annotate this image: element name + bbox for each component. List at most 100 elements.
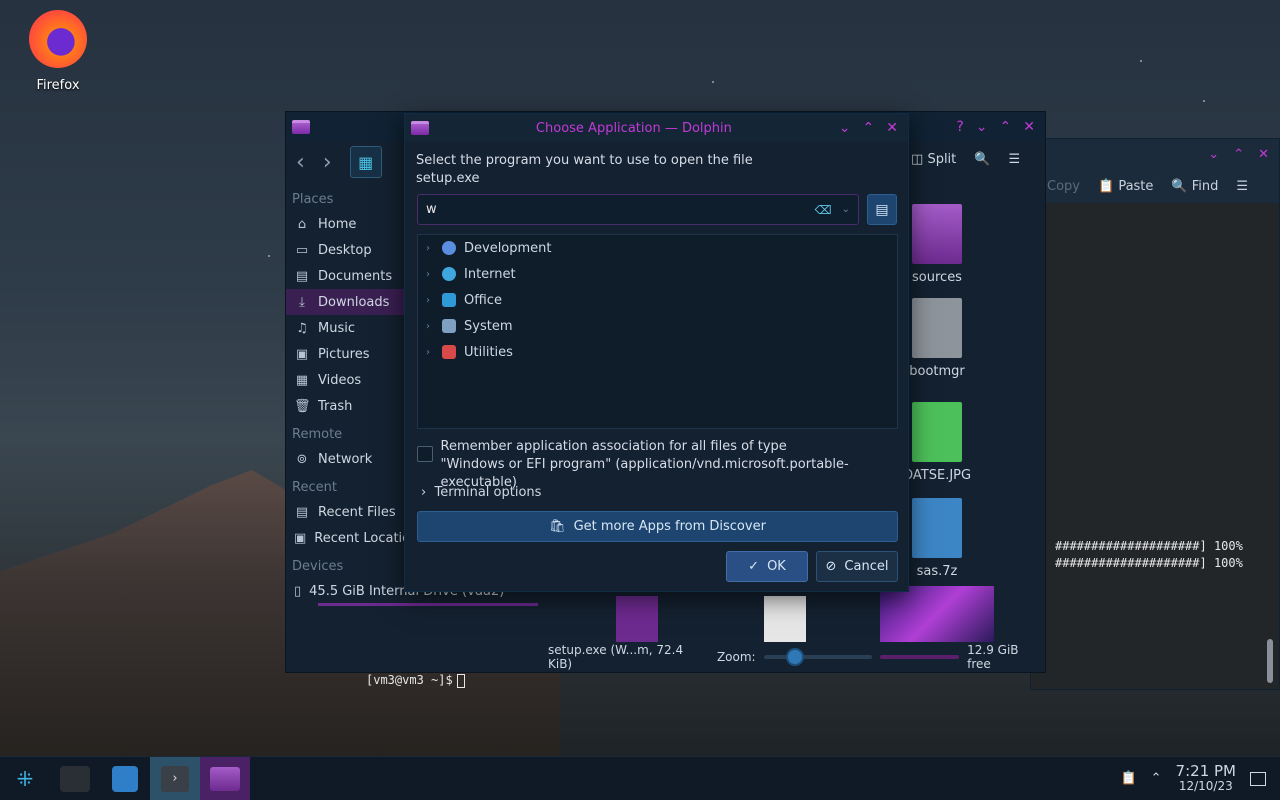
file-item-label: bootmgr [909, 364, 965, 379]
free-space-bar [880, 655, 960, 659]
help-icon[interactable]: ? [956, 119, 963, 135]
chevron-right-icon: › [426, 346, 430, 358]
utilities-icon [442, 345, 456, 359]
sidebar-item-documents[interactable]: ▤ Documents [286, 263, 406, 289]
desktop-icon-firefox[interactable]: Firefox [22, 10, 94, 93]
get-apps-discover-button[interactable]: 🛍 Get more Apps from Discover [417, 511, 898, 542]
file-icon: ▤ [875, 201, 889, 218]
sidebar-item-label: Trash [318, 398, 353, 414]
folder-icon [411, 121, 429, 135]
sidebar-item-videos[interactable]: ▦ Videos [286, 367, 406, 393]
chevron-up-icon[interactable]: ⌃ [1000, 119, 1012, 135]
folder-icon [210, 766, 240, 791]
menu-icon[interactable]: ☰ [1236, 179, 1248, 194]
file-thumb-image[interactable] [880, 586, 994, 642]
split-button[interactable]: ◫ Split [911, 152, 956, 167]
browse-button[interactable]: ▤ [867, 194, 897, 225]
ok-button[interactable]: ✓ OK [726, 551, 808, 582]
terminal-prompt[interactable]: [vm3@vm3 ~]$ [366, 673, 465, 688]
chevron-down-icon[interactable]: ⌄ [842, 204, 850, 215]
split-button-label: Split [927, 152, 957, 167]
status-selection: setup.exe (W...m, 72.4 KiB) [548, 643, 684, 671]
terminal-output-line: ####################] 100% [1055, 539, 1243, 553]
icon-view-button[interactable]: ▦ [349, 146, 382, 178]
taskbar-dolphin[interactable] [200, 756, 250, 800]
cancel-icon: ⊘ [825, 559, 837, 574]
sidebar-item-drive[interactable]: ▯45.5 GiB Internal Drive (vda2) [286, 578, 538, 606]
discover-icon: 🛍 [549, 519, 566, 534]
clock-date: 12/10/23 [1178, 778, 1233, 793]
tree-item-office[interactable]: › Office [418, 287, 897, 313]
clipboard-icon[interactable]: 📋 [1120, 771, 1136, 786]
taskbar-system-settings[interactable] [50, 757, 100, 800]
tree-item-system[interactable]: › System [418, 313, 897, 339]
close-icon[interactable]: ✕ [886, 120, 898, 136]
search-icon[interactable]: 🔍 [974, 152, 990, 167]
close-icon[interactable]: ✕ [1258, 147, 1269, 162]
paste-button[interactable]: 📋 Paste [1098, 179, 1153, 194]
checkmark-icon: ✓ [748, 559, 760, 574]
terminal-window[interactable]: ⌄ ⌃ ✕ Copy 📋 Paste 🔍 Find ☰ ############… [1030, 138, 1280, 690]
tree-item-utilities[interactable]: › Utilities [418, 339, 897, 365]
tree-item-development[interactable]: › Development [418, 235, 897, 261]
sidebar-item-downloads[interactable]: ⤓ Downloads [286, 289, 406, 315]
menu-icon[interactable]: ☰ [1008, 152, 1020, 167]
video-icon: ▦ [295, 372, 309, 388]
sidebar-item-recent-locations[interactable]: ▣ Recent Locatio [286, 525, 410, 551]
wallpaper-star [268, 255, 270, 257]
clock[interactable]: 7:21 PM 12/10/23 [1176, 763, 1236, 794]
sidebar-item-label: Documents [318, 268, 393, 284]
cancel-button-label: Cancel [844, 559, 889, 574]
application-search-input[interactable]: w ⌫ ⌄ [417, 194, 859, 225]
chevron-down-icon[interactable]: ⌄ [976, 119, 988, 135]
drive-icon: ▯ [294, 583, 302, 599]
choose-application-dialog[interactable]: Choose Application — Dolphin ⌄ ⌃ ✕ Selec… [404, 113, 909, 592]
tree-item-label: Office [464, 292, 502, 308]
taskbar-discover[interactable] [100, 757, 150, 800]
remember-association-row[interactable]: Remember application association for all… [417, 438, 908, 492]
copy-button[interactable]: Copy [1047, 179, 1080, 194]
sidebar-item-music[interactable]: ♫ Music [286, 315, 406, 341]
application-launcher[interactable]: ⁜ [0, 757, 50, 800]
free-space-label: 12.9 GiB free [967, 643, 1019, 671]
recent-locations-icon: ▣ [294, 530, 307, 546]
paste-icon: 📋 [1097, 178, 1115, 194]
chevron-up-icon[interactable]: ⌃ [863, 120, 875, 136]
terminal-toolbar: Copy 📋 Paste 🔍 Find ☰ [1031, 169, 1279, 203]
sidebar-item-pictures[interactable]: ▣ Pictures [286, 341, 406, 367]
back-button[interactable]: ‹ [296, 150, 305, 175]
forward-button[interactable]: › [323, 150, 332, 175]
remember-association-checkbox[interactable] [417, 446, 433, 462]
wallpaper-star [1140, 60, 1142, 62]
show-desktop-icon[interactable] [1250, 771, 1266, 786]
chevron-down-icon[interactable]: ⌄ [1208, 147, 1219, 162]
sidebar-item-trash[interactable]: 🗑 Trash [286, 393, 406, 419]
sidebar-item-recent-files[interactable]: ▤ Recent Files [286, 499, 406, 525]
sidebar-item-home[interactable]: ⌂ Home [286, 211, 406, 237]
taskbar-terminal[interactable]: › [150, 756, 200, 800]
dolphin-right-toolbar: ◫ Split 🔍 ☰ [911, 152, 1020, 167]
cancel-button[interactable]: ⊘ Cancel [816, 551, 898, 582]
terminal-options-toggle[interactable]: › Terminal options [421, 485, 541, 500]
find-button[interactable]: 🔍 Find [1171, 179, 1218, 194]
firefox-icon [29, 10, 87, 68]
sidebar-item-network[interactable]: ⊚ Network [286, 446, 406, 472]
file-item-label: sources [912, 270, 962, 285]
zoom-slider-handle[interactable] [785, 648, 804, 666]
zoom-slider[interactable] [763, 648, 873, 666]
terminal-scrollbar[interactable] [1267, 639, 1273, 683]
sidebar-item-desktop[interactable]: ▭ Desktop [286, 237, 406, 263]
file-thumb-document[interactable] [764, 596, 806, 642]
clear-icon[interactable]: ⌫ [815, 203, 832, 217]
office-icon [442, 293, 456, 307]
file-thumb-setup[interactable] [616, 596, 658, 642]
close-icon[interactable]: ✕ [1023, 119, 1035, 135]
chevron-down-icon[interactable]: ⌄ [839, 120, 851, 136]
network-icon: ⊚ [296, 451, 308, 467]
chevron-up-icon[interactable]: ⌃ [1151, 771, 1162, 786]
search-value: w [426, 202, 437, 217]
tree-item-label: Internet [464, 266, 516, 282]
tree-item-internet[interactable]: › Internet [418, 261, 897, 287]
download-icon: ⤓ [299, 294, 305, 310]
chevron-up-icon[interactable]: ⌃ [1233, 147, 1244, 162]
